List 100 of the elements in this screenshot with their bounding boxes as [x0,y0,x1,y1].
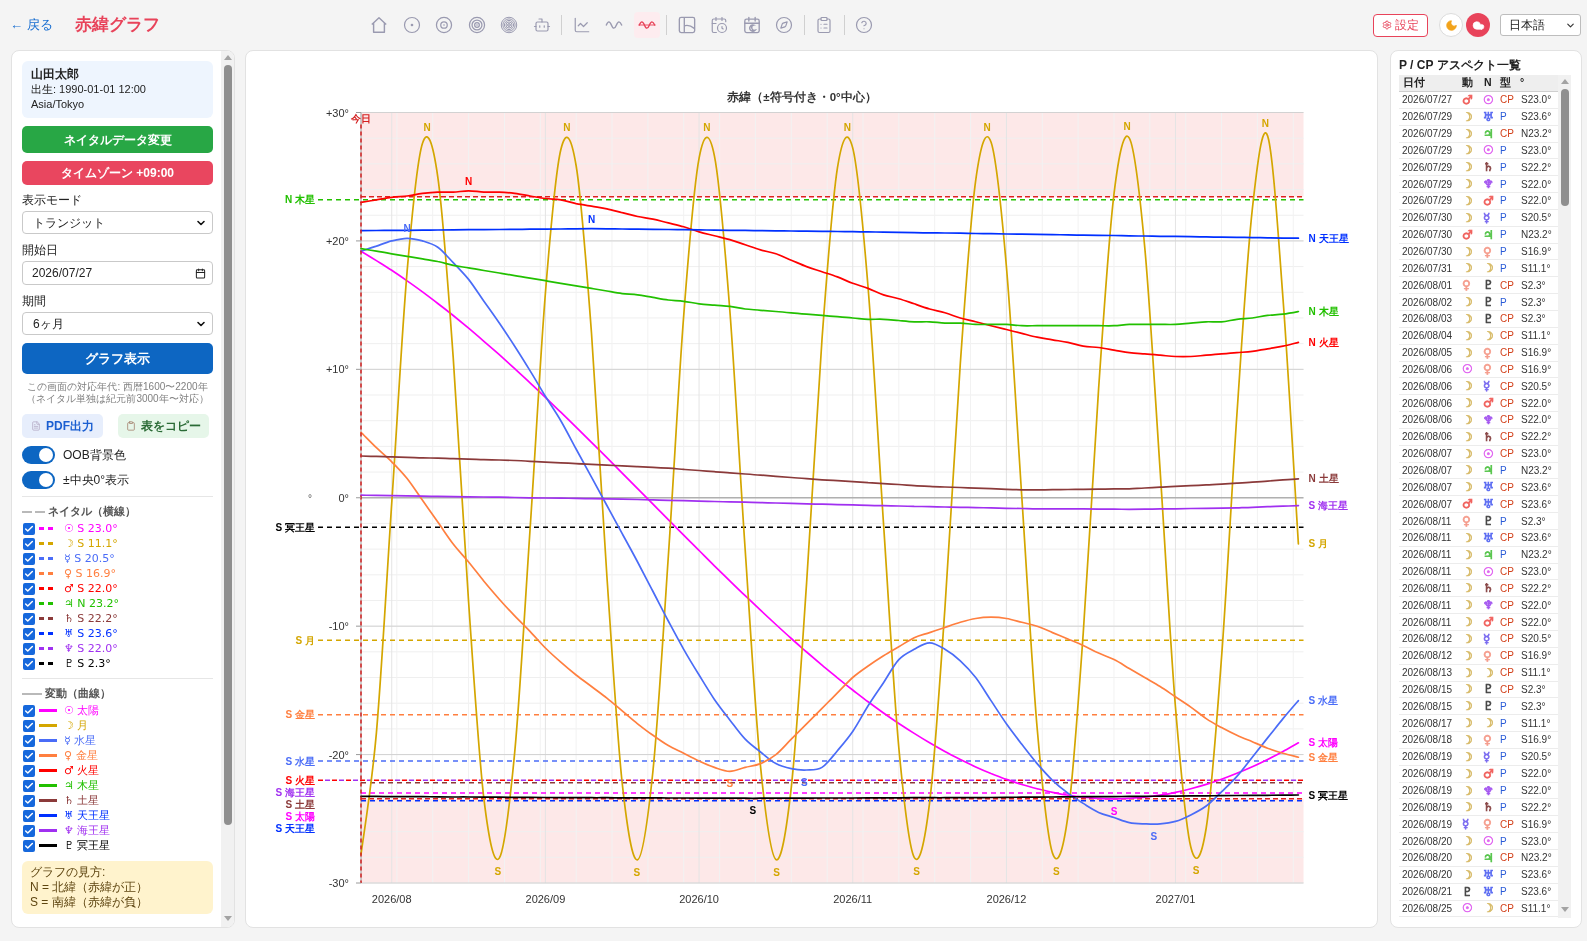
extremum-label: S [494,866,502,878]
extremum-label: S [633,866,641,878]
checkbox[interactable] [23,749,35,762]
planet-symbol: ☽ [1461,295,1474,310]
table-cell-text: 2026/08/06 [1401,362,1454,377]
select-field[interactable]: 6ヶ月 [22,312,213,335]
checkbox[interactable] [23,582,35,595]
table-cell-text: 2026/08/17 [1401,716,1454,731]
action-button[interactable]: ネイタルデータ変更 [22,126,213,153]
checkbox[interactable] [23,597,35,610]
checkbox[interactable] [23,734,35,747]
checkbox[interactable] [23,794,35,807]
dot-circle-icon [402,16,421,34]
table-cell-text: S22.0° [1520,396,1553,411]
aspect-type: CP [1499,396,1515,411]
checkbox[interactable] [23,627,35,640]
toggle-switch[interactable] [22,471,55,489]
checkbox[interactable] [23,764,35,777]
aspect-type: CP [1499,598,1515,613]
legend-label: ♆ S 22.0° [64,642,118,655]
aspect-type: CP [1499,329,1515,344]
planet-symbol: ☽ [1461,429,1474,444]
extremum-label: N [703,122,711,134]
planet-symbol: ☽ [1482,901,1495,916]
table-cell-text: S22.0° [1520,177,1553,192]
check-icon [24,765,34,776]
action-button[interactable]: タイムゾーン +09:00 [22,161,213,185]
copy-button[interactable]: 表をコピー [118,414,209,438]
check-icon [24,720,34,731]
select-field[interactable]: トランジット [22,211,213,234]
toolbar-button[interactable] [633,12,660,38]
line-label: S 海王星 [275,786,315,798]
axis-label: 0° [338,491,349,504]
back-link[interactable]: ← 戻る [10,15,53,35]
checkbox[interactable] [23,567,35,580]
line-label: S 太陽 [1308,737,1338,749]
settings-button[interactable]: 設定 [1373,13,1428,37]
show-graph-button[interactable]: グラフ表示 [22,343,213,374]
planet-symbol: ☿ [1482,631,1492,646]
aspect-type: CP [1499,127,1515,142]
checkbox[interactable] [23,552,35,565]
table-cell-text: 2026/08/11 [1401,581,1453,596]
pdf-button[interactable]: PDF出力 [22,414,103,438]
legend-title: ネイタル（横線） [48,504,136,520]
table-cell-text: S11.1° [1520,666,1552,681]
table-cell-text: 2026/08/11 [1401,615,1453,630]
table-cell-text: 2026/08/11 [1401,565,1453,580]
planet-symbol: ♄ [1482,160,1495,175]
legend-label: ♃ N 23.2° [64,597,120,610]
table-cell-text: N23.2° [1520,851,1553,866]
toggle-label: ±中央0°表示 [63,472,130,489]
checkbox[interactable] [23,779,35,792]
field-label: 期間 [22,294,47,309]
legend-label: ♃ 木星 [64,779,100,792]
planet-symbol: ☽ [1461,463,1474,478]
planet-symbol: ♀ [1482,817,1493,832]
table-cell-text: 2026/08/03 [1401,312,1454,327]
aspect-type: CP [1499,278,1515,293]
planet-symbol: ☉ [1482,564,1495,579]
extremum-label: S [726,778,734,790]
toggle-switch[interactable] [22,446,55,464]
table-cell-text: N23.2° [1520,464,1553,478]
checkbox[interactable] [23,642,35,655]
planet-symbol: ♆ [1482,177,1495,192]
theme-button[interactable] [1466,13,1490,37]
checkbox[interactable] [23,704,35,717]
aspect-type: CP [1499,93,1515,108]
table-cell-text: S23.0° [1520,565,1553,580]
profile-name: 山田太郎 [31,67,80,82]
planet-symbol: ♀ [1482,345,1493,360]
aspect-type: CP [1499,430,1515,445]
table-cell-text: S22.2° [1520,581,1553,596]
checkbox[interactable] [23,824,35,837]
check-icon [24,523,34,534]
checkbox[interactable] [23,522,35,535]
planet-symbol: ☽ [1461,126,1474,141]
table-cell-text: 2026/08/06 [1401,413,1454,428]
extremum-label: S [913,866,920,878]
checkbox[interactable] [23,657,35,670]
checkbox[interactable] [23,839,35,852]
line-label: N 天王星 [1308,232,1349,244]
checkbox[interactable] [23,809,35,822]
table-cell-text: 2026/07/30 [1401,228,1454,243]
clipboard-icon [815,16,833,34]
date-field[interactable]: 2026/07/27 [22,261,213,285]
table-cell-text: S11.1° [1520,261,1552,276]
table-cell-text: 2026/08/20 [1401,851,1454,866]
timezone-label: Asia/Tokyo [31,97,86,112]
planet-symbol: ☽ [1461,210,1474,225]
legend-label: ☉ S 23.0° [64,522,118,535]
table-cell-text: 2026/07/29 [1401,177,1454,192]
checkbox[interactable] [23,537,35,550]
table-cell-text: S23.6° [1520,480,1553,495]
checkbox[interactable] [23,612,35,625]
planet-symbol: ☽ [1461,665,1474,680]
planet-symbol: ☽ [1461,733,1474,747]
language-select[interactable]: 日本語 [1500,14,1581,36]
column-header: N [1483,75,1493,91]
legend-label: ☿ 水星 [64,734,97,747]
checkbox[interactable] [23,719,35,732]
